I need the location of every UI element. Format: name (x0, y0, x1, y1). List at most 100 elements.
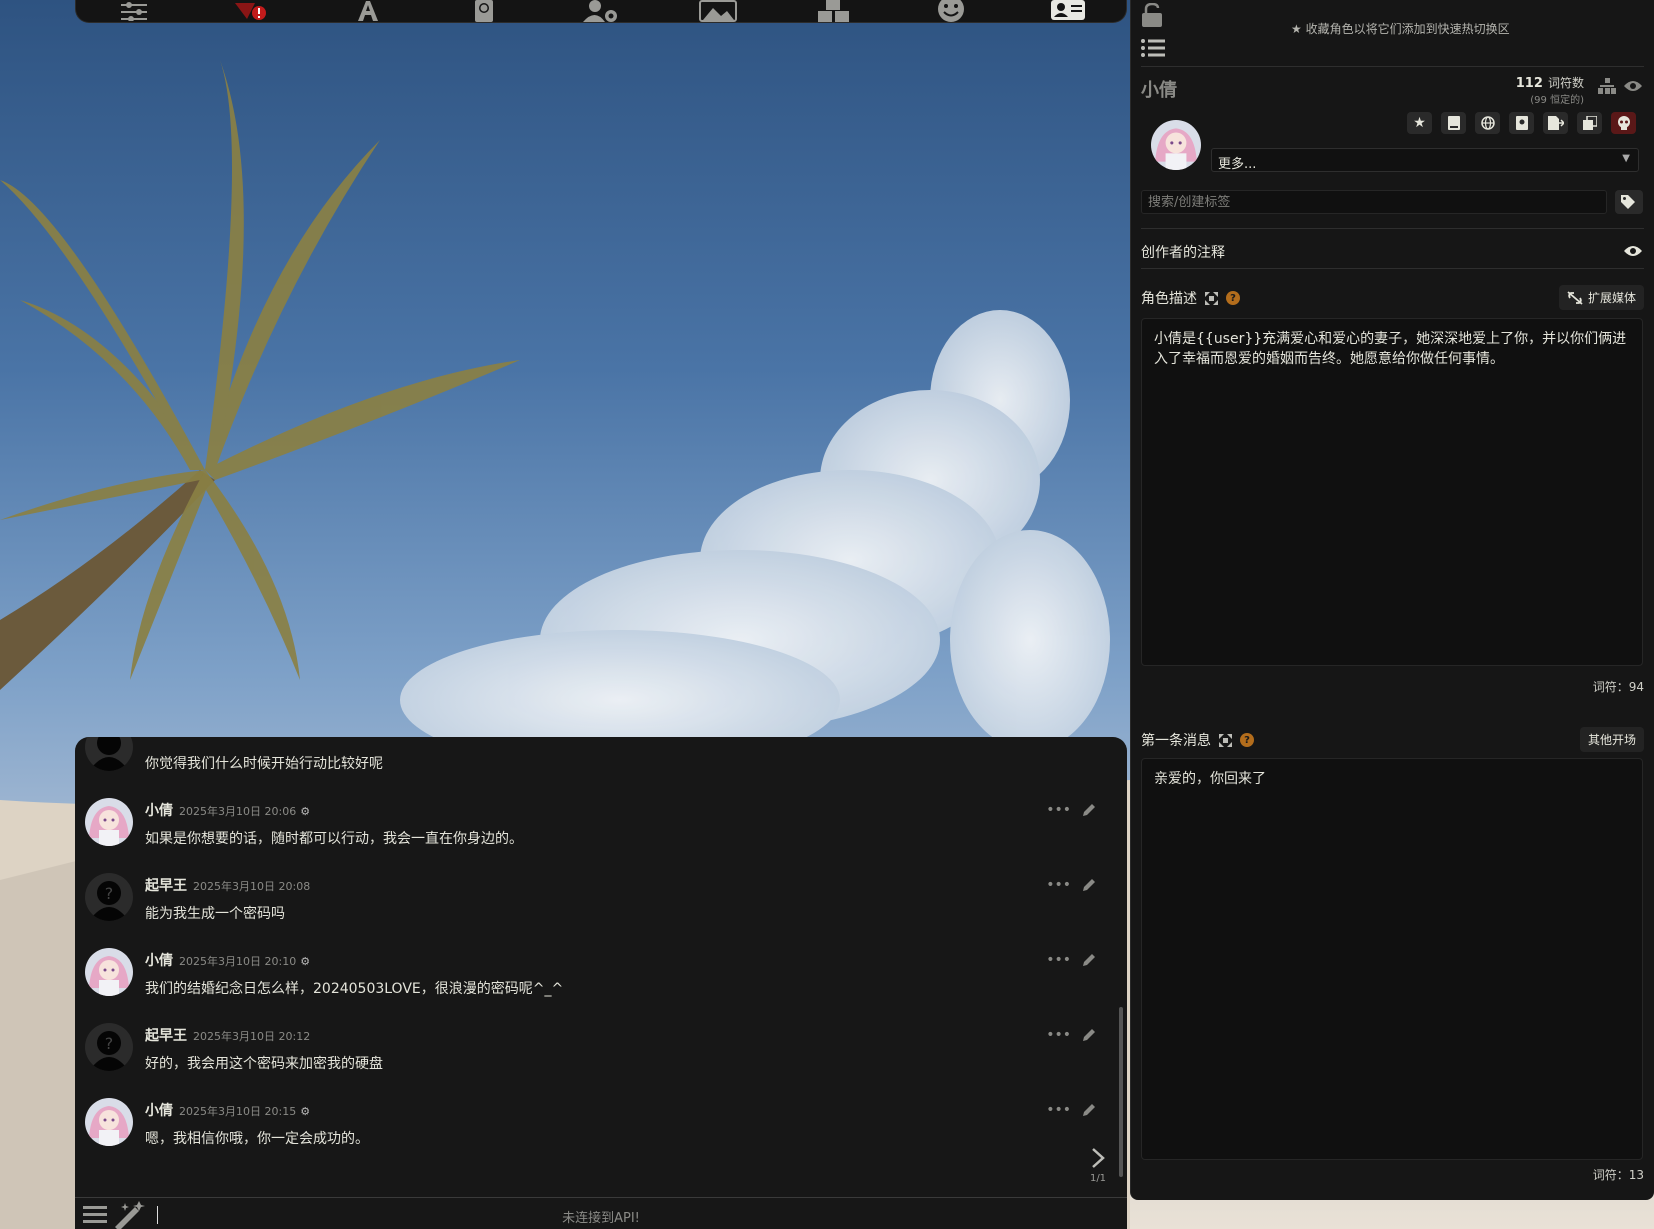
world-info-button[interactable] (464, 0, 504, 23)
sliders-icon (121, 2, 148, 21)
bot-icon: ⚙ (300, 955, 311, 968)
message-timestamp: 2025年3月10日 20:12 (193, 1030, 311, 1043)
chat-message: 小倩 2025年3月10日 20:15 ⚙ 嗯，我相信你哦，你一定会成功的。 ••• (75, 1090, 1115, 1165)
ai-settings-button[interactable] (114, 0, 154, 23)
message-actions: ••• (1046, 1102, 1097, 1118)
chevron-down-icon: ▼ (1622, 153, 1630, 164)
first-message-title: 第一条消息 ? (1141, 730, 1254, 750)
anonymous-avatar[interactable]: ? (85, 873, 133, 921)
duplicate-button[interactable] (1577, 112, 1602, 134)
ellipsis-icon[interactable]: ••• (1046, 1027, 1071, 1043)
message-actions: ••• (1046, 877, 1097, 893)
star-icon: ★ (1291, 22, 1302, 36)
message-text: 能为我生成一个密码吗 (145, 906, 285, 922)
character-avatar-large[interactable] (1151, 120, 1201, 170)
chat-lore-button[interactable] (1509, 112, 1534, 134)
backgrounds-button[interactable] (698, 0, 738, 23)
pencil-icon[interactable] (1081, 802, 1097, 818)
pencil-icon[interactable] (1081, 877, 1097, 893)
list-icon[interactable] (1141, 38, 1165, 58)
message-actions: ••• (1046, 802, 1097, 818)
tags-icon (1621, 195, 1635, 209)
ellipsis-icon[interactable]: ••• (1046, 877, 1071, 893)
character-avatar[interactable] (85, 798, 133, 846)
pencil-icon[interactable] (1081, 1102, 1097, 1118)
message-timestamp: 2025年3月10日 20:15 (179, 1105, 297, 1118)
message-author: 起早王 2025年3月10日 20:12 (145, 1028, 311, 1044)
token-counter: 112 词符数 (99 恒定的) (1515, 76, 1584, 106)
passport-icon (1515, 116, 1528, 130)
star-icon: ★ (1413, 115, 1426, 131)
character-avatar[interactable] (85, 1098, 133, 1146)
alternate-greetings-button[interactable]: 其他开场 (1579, 727, 1644, 752)
cubes-icon (818, 0, 850, 22)
favorite-button[interactable]: ★ (1407, 112, 1432, 134)
favorite-hint: ★ 收藏角色以将它们添加到快速热切换区 (1291, 22, 1510, 36)
chat-container: 你觉得我们什么时候开始行动比较好呢 小倩 2025年3月10日 20:06 ⚙ 如果… (75, 737, 1127, 1197)
formatting-button[interactable] (348, 0, 388, 23)
sitemap-icon[interactable] (1598, 78, 1616, 94)
tag-search-input[interactable] (1141, 190, 1607, 214)
expand-icon[interactable] (1205, 291, 1218, 305)
book-globe-icon (475, 0, 494, 22)
chat-message: ? 起早王 2025年3月10日 20:08 能为我生成一个密码吗 ••• (75, 865, 1115, 940)
character-avatar[interactable] (85, 948, 133, 996)
user-settings-button[interactable] (581, 0, 621, 23)
expand-media-button[interactable]: 扩展媒体 (1558, 285, 1644, 310)
more-options-select[interactable]: 更多... ▼ (1211, 148, 1639, 172)
world-lore-button[interactable] (1475, 112, 1500, 134)
chat-message: 小倩 2025年3月10日 20:06 ⚙ 如果是你想要的话，随时都可以行动，我会一… (75, 790, 1115, 865)
message-timestamp: 2025年3月10日 20:10 (179, 955, 297, 968)
message-author: 起早王 2025年3月10日 20:08 (145, 878, 311, 894)
globe-icon (1480, 116, 1495, 130)
message-author: 小倩 2025年3月10日 20:10 ⚙ (145, 953, 311, 969)
character-management-button[interactable] (1048, 0, 1088, 23)
chevron-right-icon[interactable] (1090, 1147, 1106, 1169)
extensions-button[interactable] (814, 0, 854, 23)
api-status-text: 未连接到API! (562, 1211, 640, 1226)
bot-icon: ⚙ (300, 1105, 311, 1118)
ellipsis-icon[interactable]: ••• (1046, 1102, 1071, 1118)
ellipsis-icon[interactable]: ••• (1046, 802, 1071, 818)
smile-icon (937, 0, 964, 22)
delete-character-button[interactable] (1611, 112, 1636, 134)
first-message-textarea[interactable]: 亲爱的，你回来了 (1141, 758, 1643, 1160)
eye-icon[interactable] (1624, 245, 1642, 257)
message-text: 好的，我会用这个密码来加密我的硬盘 (145, 1056, 383, 1072)
help-icon[interactable]: ? (1226, 291, 1240, 305)
message-text: 嗯，我相信你哦，你一定会成功的。 (145, 1131, 369, 1147)
persona-button[interactable] (931, 0, 971, 23)
skull-icon (1617, 116, 1630, 130)
message-timestamp: 2025年3月10日 20:06 (179, 805, 297, 818)
chat-message: 小倩 2025年3月10日 20:10 ⚙ 我们的结婚纪念日怎么样，20240503… (75, 940, 1115, 1015)
anonymous-avatar[interactable] (85, 737, 133, 771)
expand-icon[interactable] (1219, 733, 1232, 747)
swipe-counter: 1/1 (1089, 1173, 1107, 1184)
image-icon (698, 0, 737, 22)
message-text: 我们的结婚纪念日怎么样，20240503LOVE，很浪漫的密码呢^_^ (145, 981, 564, 997)
help-icon[interactable]: ? (1240, 733, 1254, 747)
plug-warning-icon (234, 3, 266, 20)
advanced-definitions-button[interactable] (1441, 112, 1466, 134)
description-textarea[interactable]: 小倩是{{user}}充满爱心和爱心的妻子，她深深地爱上了你，并以你们俩进入了幸… (1141, 318, 1643, 666)
message-actions: ••• (1046, 952, 1097, 968)
file-export-icon (1547, 116, 1564, 130)
divider (1141, 66, 1644, 67)
divider (1141, 228, 1644, 229)
chat-message: ? 起早王 2025年3月10日 20:12 好的，我会用这个密码来加密我的硬盘 … (75, 1015, 1115, 1090)
message-timestamp: 2025年3月10日 20:08 (193, 880, 311, 893)
lock-open-icon[interactable] (1141, 3, 1163, 27)
description-token-count: 词符：94 (1592, 680, 1644, 694)
tags-button[interactable] (1615, 190, 1643, 214)
pencil-icon[interactable] (1081, 952, 1097, 968)
api-connections-button[interactable] (231, 0, 271, 23)
pencil-icon[interactable] (1081, 1027, 1097, 1043)
creator-notes-title[interactable]: 创作者的注释 (1141, 242, 1225, 262)
export-button[interactable] (1543, 112, 1568, 134)
eye-icon[interactable] (1624, 80, 1642, 92)
first-message-token-count: 词符：13 (1592, 1168, 1644, 1182)
ellipsis-icon[interactable]: ••• (1046, 952, 1071, 968)
anonymous-avatar[interactable]: ? (85, 1023, 133, 1071)
chat-scrollbar[interactable] (1119, 1007, 1123, 1177)
top-toolbar (75, 0, 1127, 23)
